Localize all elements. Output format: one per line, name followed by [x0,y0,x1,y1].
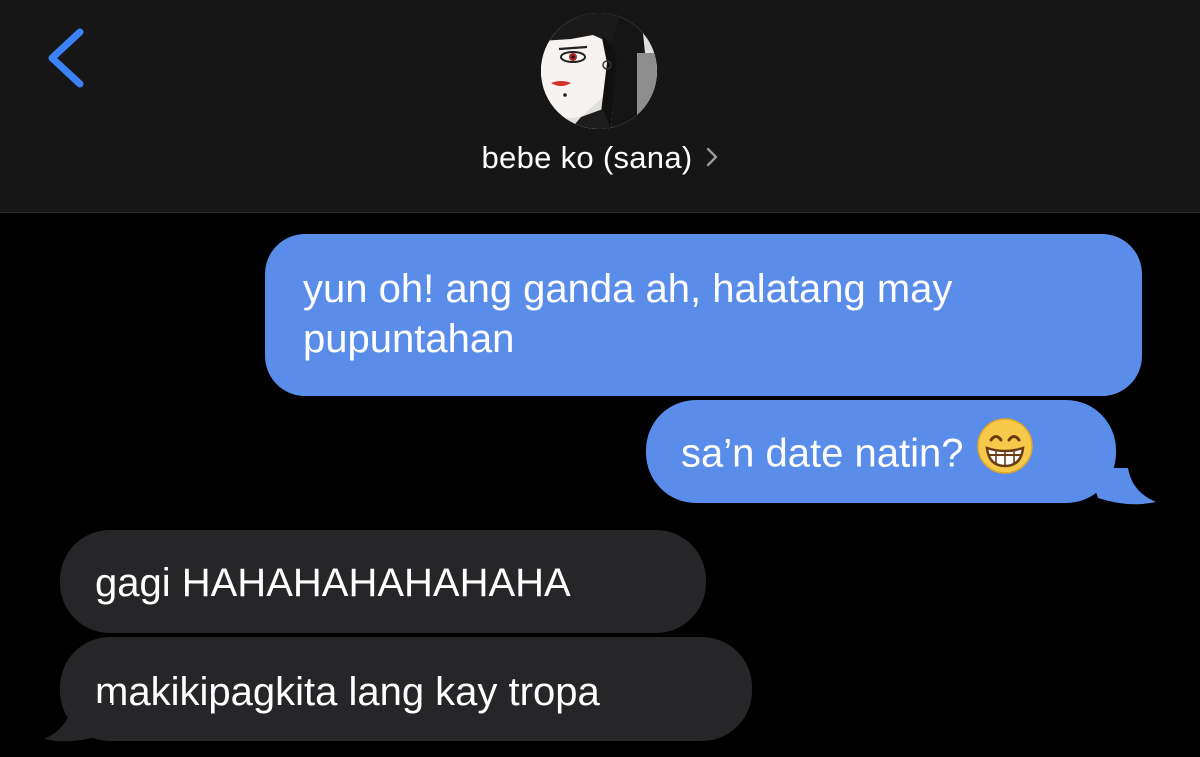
contact-name: bebe ko (sana) [481,140,693,175]
received-message-bubble[interactable]: makikipagkita lang kay tropa [60,637,752,741]
chevron-right-icon [705,140,719,176]
chevron-left-icon [48,28,84,88]
received-bubble-tail [44,703,112,742]
conversation-header: bebe ko (sana) [0,0,1200,213]
sent-bubble-tail [1088,468,1156,505]
message-text: gagi HAHAHAHAHAHAHA [95,561,571,605]
avatar[interactable] [541,13,657,129]
sent-message-bubble[interactable]: sa’n date natin? [646,400,1116,503]
contact-name-button[interactable]: bebe ko (sana) [0,140,1200,176]
message-text: makikipagkita lang kay tropa [95,670,600,714]
received-message-bubble[interactable]: gagi HAHAHAHAHAHAHA [60,530,706,633]
sent-message-bubble[interactable]: yun oh! ang ganda ah, halatang may pupun… [265,234,1142,396]
back-button[interactable] [40,22,100,94]
grinning-face-with-smiling-eyes-icon [977,418,1034,486]
message-text: sa’n date natin? [681,431,964,476]
message-text: yun oh! ang ganda ah, halatang may pupun… [303,267,953,361]
contact-avatar-illustration [541,13,657,129]
